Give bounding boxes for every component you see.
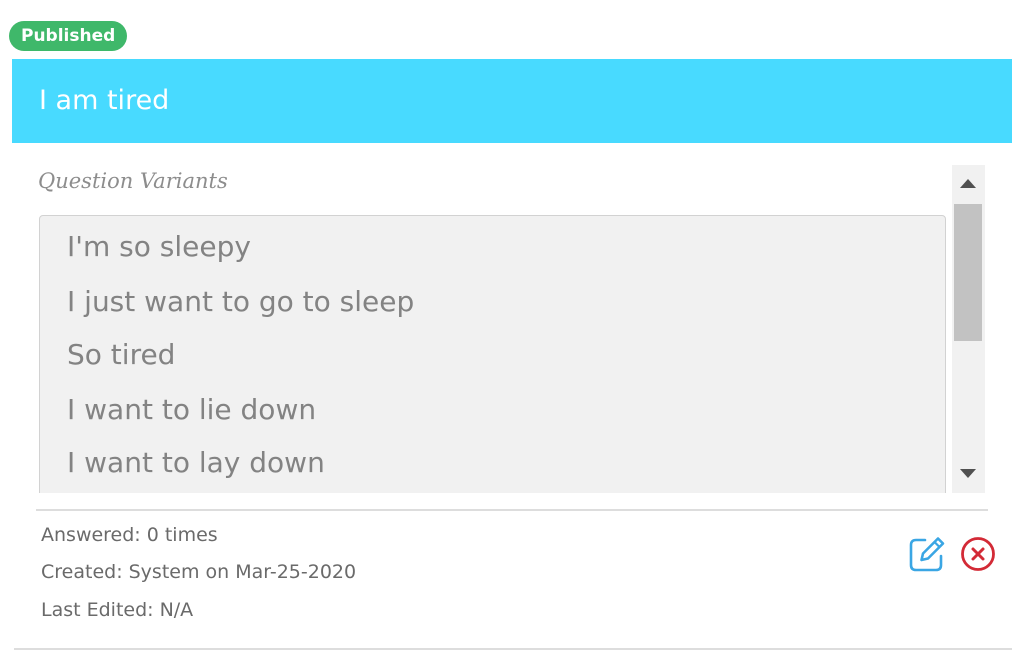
- question-card: Published I am tired Question Variants I…: [0, 0, 1024, 656]
- question-title: I am tired: [39, 85, 170, 116]
- variant-item: I want to lie down: [67, 393, 317, 426]
- answered-label: Answered:: [41, 524, 141, 546]
- divider: [14, 648, 1012, 650]
- variant-item: I just want to go to sleep: [67, 285, 415, 318]
- variant-item: So tired: [67, 338, 176, 371]
- created-value: System on Mar-25-2020: [128, 561, 357, 583]
- answered-value: 0 times: [146, 524, 218, 546]
- delete-button[interactable]: [959, 535, 997, 573]
- answered-count: Answered: 0 times: [41, 524, 218, 546]
- status-badge: Published: [9, 21, 128, 51]
- last-edited-value: N/A: [159, 599, 194, 621]
- scroll-down-arrow-icon[interactable]: [960, 469, 976, 478]
- scroll-thumb[interactable]: [954, 204, 982, 341]
- edit-icon: [909, 537, 945, 572]
- created-info: Created: System on Mar-25-2020: [41, 561, 356, 583]
- question-variants-panel[interactable]: Question Variants I'm so sleepy I just w…: [24, 165, 985, 493]
- last-edited-label: Last Edited:: [41, 599, 154, 621]
- variant-item: I want to lay down: [67, 446, 325, 479]
- created-label: Created:: [41, 561, 123, 583]
- last-edited-info: Last Edited: N/A: [41, 599, 193, 621]
- divider: [36, 509, 988, 511]
- question-variants-heading: Question Variants: [38, 169, 228, 193]
- edit-button[interactable]: [908, 535, 946, 573]
- delete-icon: [961, 537, 995, 571]
- scroll-up-arrow-icon[interactable]: [960, 179, 976, 188]
- question-variants-list[interactable]: I'm so sleepy I just want to go to sleep…: [39, 215, 946, 493]
- question-title-bar: I am tired: [12, 59, 1012, 143]
- variant-item: I'm so sleepy: [67, 230, 251, 263]
- variants-scrollbar[interactable]: [952, 165, 985, 493]
